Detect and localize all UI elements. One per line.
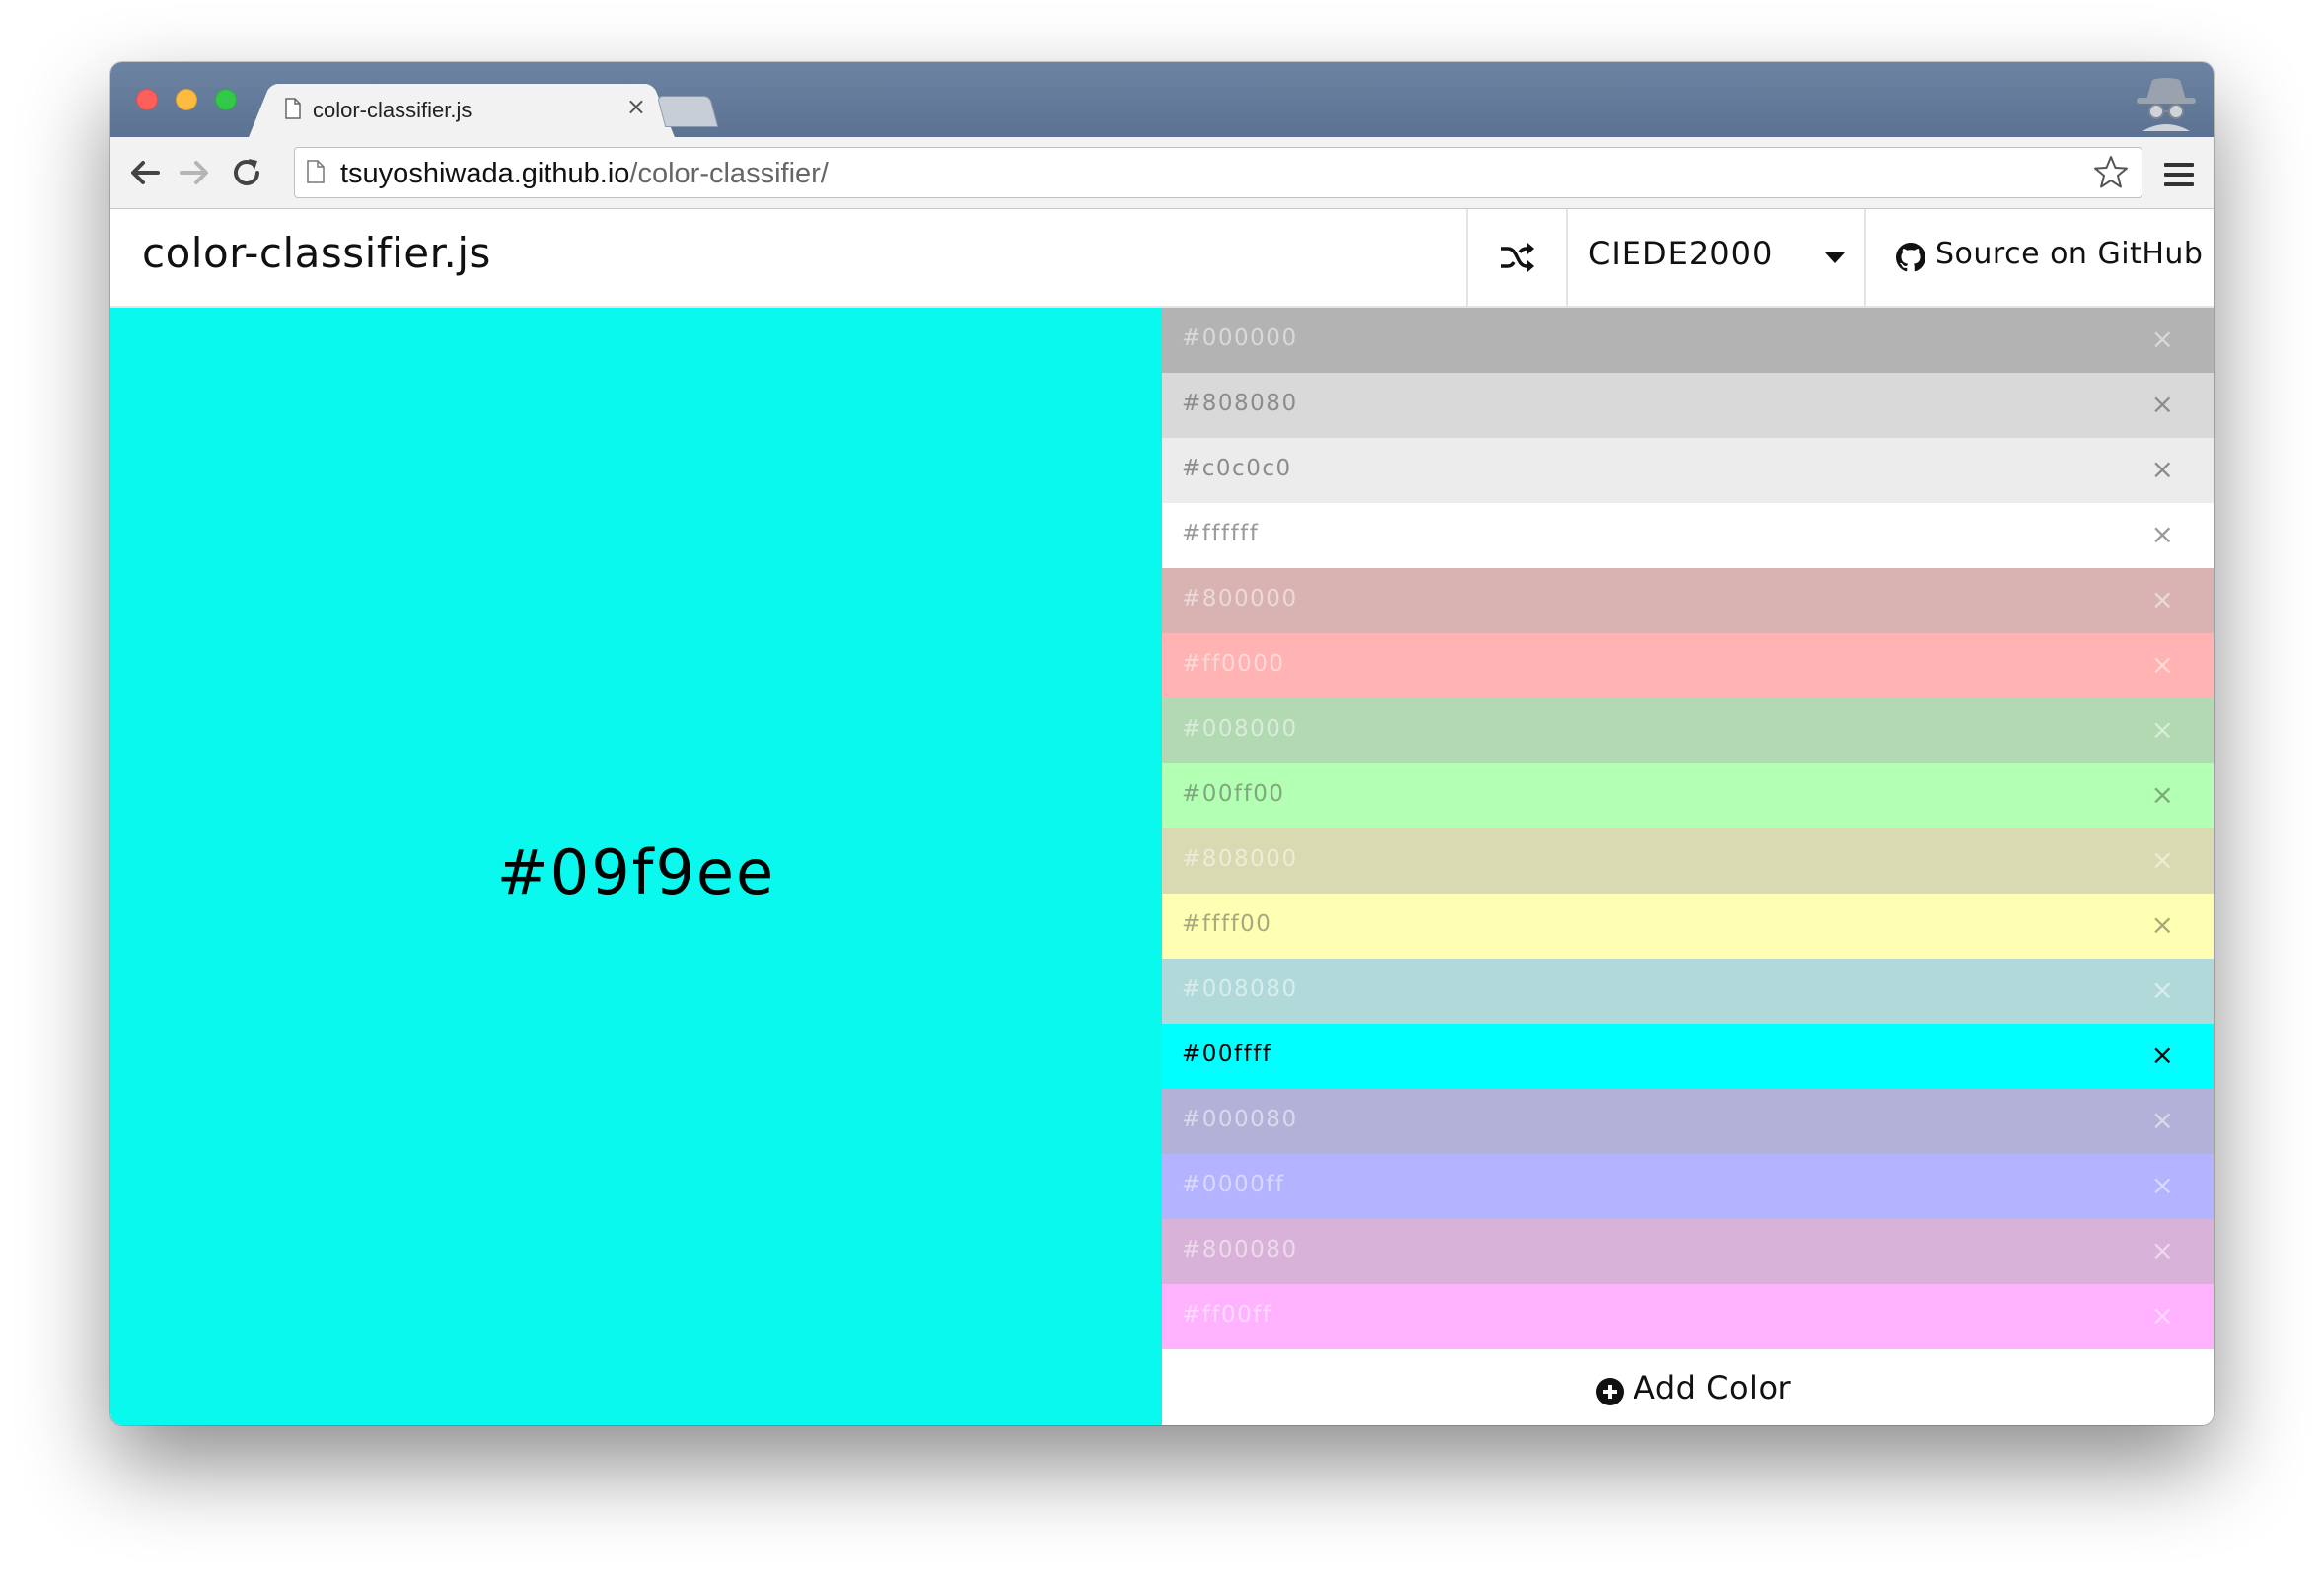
remove-color-icon[interactable]: ×: [2151, 846, 2174, 874]
remove-color-icon[interactable]: ×: [2151, 325, 2174, 353]
browser-tab-bar: color-classifier.js ×: [110, 62, 2214, 137]
reload-icon[interactable]: [227, 153, 266, 192]
github-icon: [1896, 243, 1925, 272]
app-navbar: color-classifier.js CIEDE2000 Source on …: [110, 209, 2214, 308]
remove-color-icon[interactable]: ×: [2151, 716, 2174, 744]
browser-window: color-classifier.js × tsuyoshiwada.githu…: [110, 62, 2214, 1425]
palette-list: #000000 × #808080 × #c0c0c0 × #ffffff × #800000 ×…: [1162, 308, 2214, 1425]
remove-color-icon[interactable]: ×: [2151, 586, 2174, 613]
palette-row[interactable]: #808000 ×: [1162, 828, 2214, 894]
shuffle-icon: [1501, 243, 1534, 272]
palette-row[interactable]: #800000 ×: [1162, 568, 2214, 633]
palette-hex: #ff00ff: [1182, 1302, 1272, 1328]
maximize-window-button[interactable]: [215, 89, 237, 110]
browser-tab-active[interactable]: color-classifier.js ×: [273, 84, 650, 137]
incognito-icon: [2137, 78, 2196, 131]
remove-color-icon[interactable]: ×: [2151, 781, 2174, 809]
remove-color-icon[interactable]: ×: [2151, 1042, 2174, 1069]
palette-hex: #00ff00: [1182, 781, 1285, 807]
palette-row[interactable]: #008000 ×: [1162, 698, 2214, 763]
add-color-button[interactable]: Add Color: [1162, 1349, 2214, 1425]
palette-hex: #c0c0c0: [1182, 456, 1292, 481]
shuffle-button[interactable]: [1466, 209, 1566, 306]
palette-hex: #808080: [1182, 391, 1298, 416]
tab-close-icon[interactable]: ×: [626, 93, 646, 120]
back-arrow-icon[interactable]: [124, 153, 164, 192]
remove-color-icon[interactable]: ×: [2151, 1302, 2174, 1330]
palette-hex: #0000ff: [1182, 1172, 1285, 1197]
plus-circle-icon: [1596, 1377, 1624, 1405]
palette-hex: #ff0000: [1182, 651, 1285, 677]
browser-toolbar: tsuyoshiwada.github.io/color-classifier/: [110, 137, 2214, 209]
palette-row[interactable]: #c0c0c0 ×: [1162, 438, 2214, 503]
palette-row[interactable]: #000000 ×: [1162, 308, 2214, 373]
forward-arrow-icon[interactable]: [176, 153, 215, 192]
page-content: color-classifier.js CIEDE2000 Source on …: [110, 209, 2214, 1425]
palette-row[interactable]: #00ff00 ×: [1162, 763, 2214, 828]
remove-color-icon[interactable]: ×: [2151, 976, 2174, 1004]
remove-color-icon[interactable]: ×: [2151, 651, 2174, 679]
color-preview-panel: #09f9ee: [110, 308, 1162, 1425]
remove-color-icon[interactable]: ×: [2151, 456, 2174, 483]
palette-hex: #000080: [1182, 1107, 1298, 1132]
palette-row[interactable]: #ffffff ×: [1162, 503, 2214, 568]
palette-hex: #ffffff: [1182, 521, 1260, 546]
palette-hex: #800080: [1182, 1237, 1298, 1262]
preview-hex: #09f9ee: [496, 836, 776, 908]
add-color-label: Add Color: [1634, 1369, 1792, 1406]
page-icon: [307, 160, 325, 183]
metric-dropdown[interactable]: CIEDE2000: [1566, 209, 1864, 306]
palette-row[interactable]: #800080 ×: [1162, 1219, 2214, 1284]
palette-row[interactable]: #008080 ×: [1162, 959, 2214, 1024]
palette-row[interactable]: #ff0000 ×: [1162, 633, 2214, 698]
palette-row[interactable]: #ff00ff ×: [1162, 1284, 2214, 1349]
remove-color-icon[interactable]: ×: [2151, 391, 2174, 418]
minimize-window-button[interactable]: [176, 89, 197, 110]
palette-hex: #00ffff: [1182, 1042, 1272, 1067]
remove-color-icon[interactable]: ×: [2151, 1172, 2174, 1199]
url-host: tsuyoshiwada.github.io: [340, 158, 630, 189]
palette-row[interactable]: #000080 ×: [1162, 1089, 2214, 1154]
tab-title: color-classifier.js: [313, 98, 472, 122]
url-path: /color-classifier/: [629, 158, 829, 189]
page-icon: [285, 98, 301, 119]
github-label: Source on GitHub: [1935, 237, 2204, 271]
palette-row[interactable]: #808080 ×: [1162, 373, 2214, 438]
metric-label: CIEDE2000: [1588, 235, 1774, 272]
browser-menu-icon[interactable]: [2164, 163, 2194, 186]
palette-hex: #008080: [1182, 976, 1298, 1002]
remove-color-icon[interactable]: ×: [2151, 1237, 2174, 1264]
remove-color-icon[interactable]: ×: [2151, 1107, 2174, 1134]
palette-row[interactable]: #ffff00 ×: [1162, 894, 2214, 959]
remove-color-icon[interactable]: ×: [2151, 521, 2174, 548]
bookmark-star-icon[interactable]: [2092, 154, 2130, 191]
palette-hex: #000000: [1182, 325, 1298, 351]
caret-down-icon: [1825, 252, 1845, 263]
github-link[interactable]: Source on GitHub: [1864, 209, 2214, 306]
remove-color-icon[interactable]: ×: [2151, 911, 2174, 939]
brand-title[interactable]: color-classifier.js: [142, 229, 491, 277]
palette-row[interactable]: #0000ff ×: [1162, 1154, 2214, 1219]
palette-row[interactable]: #00ffff ×: [1162, 1024, 2214, 1089]
palette-hex: #808000: [1182, 846, 1298, 872]
url-text: tsuyoshiwada.github.io/color-classifier/: [340, 158, 829, 190]
palette-hex: #800000: [1182, 586, 1298, 612]
address-bar[interactable]: tsuyoshiwada.github.io/color-classifier/: [294, 147, 2142, 198]
palette-hex: #008000: [1182, 716, 1298, 742]
close-window-button[interactable]: [136, 89, 158, 110]
new-tab-button[interactable]: [656, 96, 719, 127]
palette-hex: #ffff00: [1182, 911, 1272, 937]
